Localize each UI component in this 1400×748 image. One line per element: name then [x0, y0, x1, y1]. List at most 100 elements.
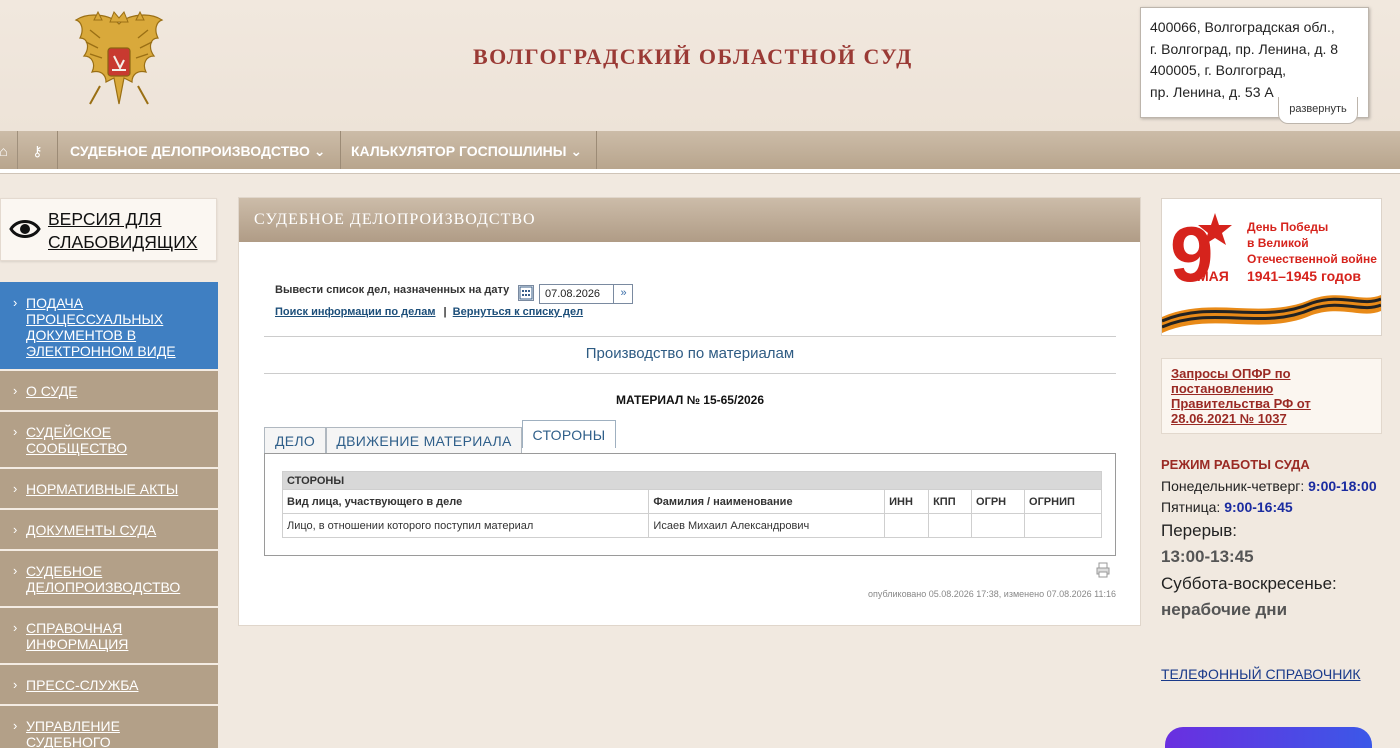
banner-month: МАЯ — [1197, 268, 1229, 284]
opfr-requests-link[interactable]: Запросы ОПФР по постановлению Правительс… — [1161, 358, 1382, 434]
divider — [264, 336, 1116, 337]
break-label: Перерыв: — [1161, 521, 1238, 540]
address-line: г. Волгоград, пр. Ленина, д. 8 — [1150, 40, 1339, 57]
banner-text-line: в Великой — [1247, 236, 1309, 250]
column-header: Вид лица, участвующего в деле — [281, 489, 650, 514]
column-header: ОГРН — [971, 489, 1026, 514]
schedule-time: 9:00-18:00 — [1308, 478, 1377, 494]
table-cell — [971, 513, 1026, 538]
link-separator: | — [443, 306, 447, 318]
weekend-label: Суббота-воскресенье: — [1161, 574, 1337, 593]
site-title[interactable]: ВОЛГОГРАДСКИЙ ОБЛАСТНОЙ СУД — [473, 44, 913, 70]
banner-number: 9 — [1170, 210, 1213, 298]
work-schedule-title: РЕЖИМ РАБОТЫ СУДА — [1161, 457, 1310, 472]
date-label: Вывести список дел, назначенных на дату — [275, 284, 510, 296]
site-header: ВОЛГОГРАДСКИЙ ОБЛАСТНОЙ СУД 400066, Волг… — [0, 0, 1400, 132]
sidebar-item-about[interactable]: › О СУДЕ — [0, 371, 218, 412]
home-icon[interactable]: ⌂ — [0, 131, 18, 169]
parties-table: СТОРОНЫ Вид лица, участвующего в деле Фа… — [281, 471, 1102, 538]
sidebar-item-regulations[interactable]: › НОРМАТИВНЫЕ АКТЫ — [0, 469, 218, 510]
chevron-right-icon: › — [13, 563, 18, 578]
column-header: ИНН — [884, 489, 930, 514]
proceedings-title: Производство по материалам — [585, 345, 795, 362]
accessibility-label-line: СЛАБОВИДЯЩИХ — [48, 232, 198, 252]
chevron-right-icon: › — [13, 295, 18, 310]
banner-text-line: День Победы — [1247, 220, 1328, 234]
sidebar-item-label: УПРАВЛЕНИЕ СУДЕБНОГО — [26, 718, 120, 748]
nav-item-fee-calculator[interactable]: КАЛЬКУЛЯТОР ГОСПОШЛИНЫ ⌄ — [341, 131, 597, 169]
tab-material-movement[interactable]: ДВИЖЕНИЕ МАТЕРИАЛА — [326, 427, 522, 453]
sidebar-item-electronic-submission[interactable]: › ПОДАЧА ПРОЦЕССУАЛЬНЫХ ДОКУМЕНТОВ В ЭЛЕК… — [0, 282, 218, 371]
table-cell — [928, 513, 973, 538]
schedule-label: Пятница: — [1161, 499, 1221, 515]
weekend-value: нерабочие дни — [1161, 600, 1288, 619]
victory-day-banner-image: 9 МАЯ День Победы в Великой Отечественно… — [1161, 199, 1382, 335]
section-title: СУДЕБНОЕ ДЕЛОПРОИЗВОДСТВО — [239, 198, 1140, 242]
sidebar-item-judges[interactable]: › СУДЕЙСКОЕ СООБЩЕСТВО — [0, 412, 218, 469]
chevron-right-icon: › — [13, 522, 18, 537]
address-line: 400005, г. Волгоград, — [1150, 62, 1286, 78]
coat-of-arms-icon[interactable] — [70, 8, 168, 112]
sidebar-item-label: ДОКУМЕНТЫ СУДА — [26, 522, 157, 538]
main-content: СУДЕБНОЕ ДЕЛОПРОИЗВОДСТВО Вывести список… — [238, 197, 1141, 626]
top-nav: ⌂ ⚷ СУДЕБНОЕ ДЕЛОПРОИЗВОДСТВО ⌄ КАЛЬКУЛЯ… — [0, 131, 1400, 173]
eye-icon — [9, 220, 41, 238]
material-number: МАТЕРИАЛ № 15-65/2026 — [615, 393, 765, 407]
back-to-list-link[interactable]: Вернуться к списку дел — [453, 306, 583, 318]
chevron-right-icon: › — [13, 424, 18, 439]
page: ВОЛГОГРАДСКИЙ ОБЛАСТНОЙ СУД 400066, Волг… — [0, 0, 1400, 748]
sidebar-item-management[interactable]: › УПРАВЛЕНИЕ СУДЕБНОГО — [0, 706, 218, 748]
tab-parties[interactable]: СТОРОНЫ — [522, 420, 616, 448]
address-expand-button[interactable]: развернуть — [1278, 97, 1358, 124]
table-cell — [884, 513, 930, 538]
banner-text-line: 1941–1945 годов — [1247, 268, 1361, 284]
sidebar-menu: › ПОДАЧА ПРОЦЕССУАЛЬНЫХ ДОКУМЕНТОВ В ЭЛЕК… — [0, 282, 218, 748]
sidebar-item-press[interactable]: › ПРЕСС-СЛУЖБА — [0, 665, 218, 706]
sidebar-item-reference[interactable]: › СПРАВОЧНАЯ ИНФОРМАЦИЯ — [0, 608, 218, 665]
address-line: 400066, Волгоградская обл., — [1150, 19, 1335, 35]
nav-item-court-proceedings[interactable]: СУДЕБНОЕ ДЕЛОПРОИЗВОДСТВО ⌄ — [58, 131, 341, 169]
sidebar-item-court-proceedings[interactable]: › СУДЕБНОЕ ДЕЛОПРОИЗВОДСТВО — [0, 551, 218, 608]
print-icon[interactable] — [1096, 562, 1110, 578]
search-cases-link[interactable]: Поиск информации по делам — [275, 306, 435, 318]
break-time: 13:00-13:45 — [1161, 547, 1254, 566]
accessibility-version-link[interactable]: ВЕРСИЯ ДЛЯ СЛАБОВИДЯЩИХ — [0, 198, 217, 261]
chevron-right-icon: › — [13, 718, 18, 733]
accessibility-label: ВЕРСИЯ ДЛЯ СЛАБОВИДЯЩИХ — [48, 208, 198, 254]
chevron-right-icon: › — [13, 383, 18, 398]
chevron-right-icon: › — [13, 481, 18, 496]
links-row: Поиск информации по делам | Вернуться к … — [275, 306, 583, 318]
schedule-mon-thu: Понедельник-четверг: 9:00-18:00 — [1161, 478, 1377, 494]
tab-case[interactable]: ДЕЛО — [264, 427, 326, 453]
sidebar-item-label: ПРЕСС-СЛУЖБА — [26, 677, 139, 693]
column-header: ОГРНИП — [1024, 489, 1102, 514]
schedule-label: Понедельник-четверг: — [1161, 478, 1305, 494]
sidebar-item-label: СУДЕЙСКОЕ СООБЩЕСТВО — [26, 424, 128, 456]
sidebar-item-label: СПРАВОЧНАЯ ИНФОРМАЦИЯ — [26, 620, 129, 652]
chevron-right-icon: › — [13, 620, 18, 635]
table-section-header: СТОРОНЫ — [282, 471, 1102, 490]
schedule-fri: Пятница: 9:00-16:45 — [1161, 499, 1293, 515]
parties-panel: СТОРОНЫ Вид лица, участвующего в деле Фа… — [264, 453, 1116, 556]
column-header: КПП — [928, 489, 973, 514]
table-cell: Лицо, в отношении которого поступил мате… — [281, 513, 650, 538]
victory-day-banner[interactable]: 9 МАЯ День Победы в Великой Отечественно… — [1161, 198, 1382, 336]
sidebar-item-documents[interactable]: › ДОКУМЕНТЫ СУДА — [0, 510, 218, 551]
banner-text-line: Отечественной войне — [1247, 252, 1377, 266]
phonebook-link[interactable]: ТЕЛЕФОННЫЙ СПРАВОЧНИК — [1161, 666, 1361, 682]
accessibility-label-line: ВЕРСИЯ ДЛЯ — [48, 209, 162, 229]
sidebar-item-label: ПОДАЧА ПРОЦЕССУАЛЬНЫХ ДОКУМЕНТОВ В ЭЛЕКТ… — [26, 295, 176, 359]
table-cell — [1024, 513, 1102, 538]
chevron-right-icon: › — [13, 677, 18, 692]
table-row: Лицо, в отношении которого поступил мате… — [281, 513, 1102, 538]
promo-banner[interactable] — [1165, 727, 1372, 748]
submit-date-button[interactable]: » — [613, 284, 633, 304]
calendar-icon[interactable] — [518, 285, 534, 301]
sidebar-item-label: СУДЕБНОЕ ДЕЛОПРОИЗВОДСТВО — [26, 563, 181, 595]
sidebar-item-label: О СУДЕ — [26, 383, 78, 399]
schedule-time: 9:00-16:45 — [1224, 499, 1293, 515]
calendar-grid-icon — [519, 286, 533, 300]
key-icon[interactable]: ⚷ — [18, 131, 58, 169]
divider — [264, 373, 1116, 374]
table-cell: Исаев Михаил Александрович — [648, 513, 886, 538]
